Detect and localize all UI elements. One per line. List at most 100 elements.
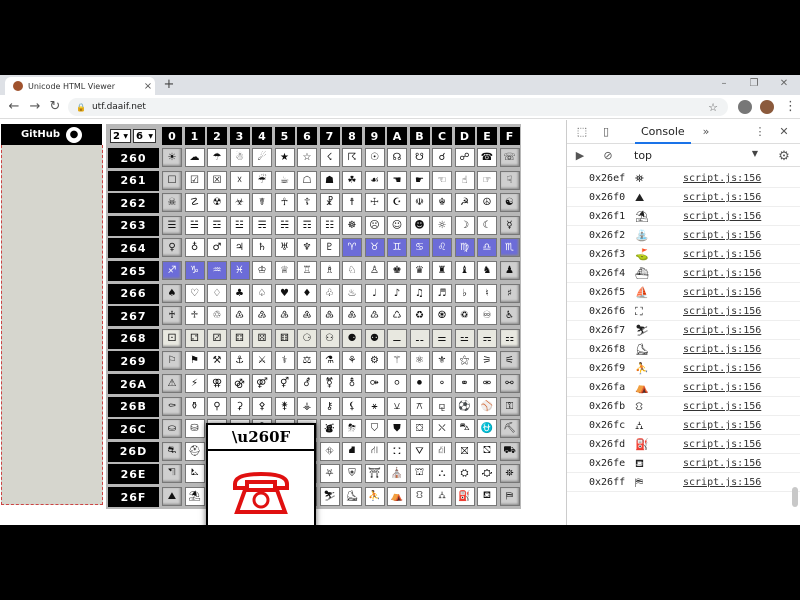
glyph-cell[interactable]: ☍ <box>454 148 475 167</box>
glyph-cell[interactable]: ⚘ <box>342 351 362 371</box>
log-source-link[interactable]: script.js:156 <box>683 477 761 488</box>
glyph-cell[interactable]: ☧ <box>319 193 340 213</box>
glyph-cell[interactable]: ☉ <box>364 148 385 167</box>
glyph-cell[interactable]: ♿ <box>499 306 520 326</box>
clear-console-icon[interactable]: ⊘ <box>601 149 615 162</box>
glyph-cell[interactable]: ⚋ <box>409 328 430 348</box>
glyph-cell[interactable]: ⛿ <box>499 487 520 506</box>
glyph-cell[interactable]: ♇ <box>319 238 340 258</box>
glyph-cell[interactable]: ☹ <box>364 215 385 235</box>
log-source-link[interactable]: script.js:156 <box>683 325 761 336</box>
glyph-cell[interactable]: ♊ <box>387 238 407 258</box>
glyph-cell[interactable]: ★ <box>274 148 295 167</box>
glyph-cell[interactable]: ⚓ <box>229 351 250 371</box>
glyph-cell[interactable]: ☙ <box>364 170 385 190</box>
glyph-cell[interactable]: ☃ <box>229 148 250 167</box>
glyph-cell[interactable]: ♆ <box>297 238 317 258</box>
glyph-cell[interactable]: ☼ <box>432 215 452 235</box>
glyph-cell[interactable]: ☨ <box>342 193 362 213</box>
glyph-cell[interactable]: ♋ <box>409 238 430 258</box>
glyph-cell[interactable]: ⚃ <box>229 328 250 348</box>
glyph-cell[interactable]: ♻ <box>409 306 430 326</box>
glyph-cell[interactable]: ☈ <box>342 148 362 167</box>
glyph-cell[interactable]: ⚼ <box>432 396 452 416</box>
glyph-cell[interactable]: ⛚ <box>387 441 407 461</box>
glyph-cell[interactable]: ☺ <box>387 215 407 235</box>
log-source-link[interactable]: script.js:156 <box>683 401 761 412</box>
log-source-link[interactable]: script.js:156 <box>683 363 761 374</box>
glyph-cell[interactable]: ♹ <box>364 306 385 326</box>
glyph-cell[interactable]: ⚌ <box>432 328 452 348</box>
bookmark-star-icon[interactable]: ☆ <box>708 101 718 114</box>
glyph-cell[interactable]: ♷ <box>319 306 340 326</box>
glyph-cell[interactable]: ⚉ <box>364 328 385 348</box>
row-header[interactable]: 26A <box>108 374 159 394</box>
glyph-cell[interactable]: ♢ <box>207 283 227 303</box>
glyph-cell[interactable]: ♲ <box>207 306 227 326</box>
row-header[interactable]: 263 <box>108 215 159 236</box>
glyph-cell[interactable]: ⛏ <box>499 419 520 439</box>
glyph-cell[interactable]: ♫ <box>409 283 430 303</box>
glyph-cell[interactable]: ♶ <box>297 306 317 326</box>
glyph-cell[interactable]: ☩ <box>364 193 385 213</box>
glyph-cell[interactable]: ⛗ <box>319 441 340 461</box>
glyph-cell[interactable]: ☕ <box>274 170 295 190</box>
glyph-cell[interactable]: ♕ <box>274 261 295 280</box>
glyph-cell[interactable]: ⛡ <box>184 464 205 484</box>
glyph-cell[interactable]: ☞ <box>477 170 497 190</box>
row-header[interactable]: 26F <box>108 487 159 507</box>
glyph-cell[interactable]: ☰ <box>162 215 182 235</box>
extension-icon[interactable] <box>738 100 752 114</box>
glyph-cell[interactable]: ☲ <box>207 215 227 235</box>
reload-icon[interactable]: ↻ <box>47 99 63 115</box>
glyph-cell[interactable]: ☎ <box>477 148 497 167</box>
glyph-cell[interactable]: ⚊ <box>387 328 407 348</box>
glyph-cell[interactable]: ⛛ <box>409 441 430 461</box>
glyph-cell[interactable]: ⚍ <box>454 328 475 348</box>
glyph-cell[interactable]: ☫ <box>409 193 430 213</box>
glyph-cell[interactable]: ⛝ <box>454 441 475 461</box>
glyph-cell[interactable]: ⚏ <box>499 328 520 348</box>
glyph-cell[interactable]: ♸ <box>342 306 362 326</box>
glyph-cell[interactable]: ☪ <box>387 193 407 213</box>
glyph-cell[interactable]: ⛽ <box>454 487 475 506</box>
glyph-cell[interactable]: ☤ <box>252 193 272 213</box>
glyph-cell[interactable]: ♬ <box>432 283 452 303</box>
glyph-cell[interactable]: ⚸ <box>342 396 362 416</box>
row-header[interactable]: 264 <box>108 238 159 259</box>
row-header[interactable]: 267 <box>108 306 159 327</box>
glyph-cell[interactable]: ⛷ <box>319 487 340 506</box>
glyph-cell[interactable]: ♏ <box>499 238 520 258</box>
glyph-cell[interactable]: ⚰ <box>162 396 182 416</box>
glyph-cell[interactable]: ☄ <box>252 148 272 167</box>
glyph-cell[interactable]: ♱ <box>184 306 205 326</box>
glyph-cell[interactable]: ♽ <box>454 306 475 326</box>
glyph-cell[interactable]: ⚅ <box>274 328 295 348</box>
log-source-link[interactable]: script.js:156 <box>683 230 761 241</box>
glyph-cell[interactable]: ⚙ <box>364 351 385 371</box>
glyph-cell[interactable]: ⚁ <box>184 328 205 348</box>
close-window-button[interactable]: ✕ <box>775 78 793 89</box>
profile-avatar[interactable] <box>760 100 774 114</box>
glyph-cell[interactable]: ♺ <box>387 306 407 326</box>
glyph-cell[interactable]: ♑ <box>184 261 205 280</box>
glyph-cell[interactable]: ⛟ <box>499 441 520 461</box>
glyph-cell[interactable]: ⚟ <box>499 351 520 371</box>
glyph-cell[interactable]: ⚖ <box>297 351 317 371</box>
glyph-cell[interactable]: ⚯ <box>499 374 520 393</box>
glyph-cell[interactable]: ⛇ <box>319 419 340 439</box>
more-tabs-icon[interactable]: » <box>699 125 713 138</box>
glyph-cell[interactable]: ☘ <box>342 170 362 190</box>
maximize-button[interactable]: ❐ <box>745 78 763 89</box>
glyph-cell[interactable]: ⛎ <box>477 419 497 439</box>
glyph-cell[interactable]: ⚻ <box>409 396 430 416</box>
glyph-cell[interactable]: ☥ <box>274 193 295 213</box>
glyph-cell[interactable]: ♜ <box>432 261 452 280</box>
glyph-cell[interactable]: ☗ <box>319 170 340 190</box>
glyph-cell[interactable]: ☆ <box>297 148 317 167</box>
glyph-cell[interactable]: ♙ <box>364 261 385 280</box>
glyph-cell[interactable]: ☐ <box>162 170 182 190</box>
glyph-cell[interactable]: ☴ <box>252 215 272 235</box>
glyph-cell[interactable]: ☱ <box>184 215 205 235</box>
log-source-link[interactable]: script.js:156 <box>683 249 761 260</box>
